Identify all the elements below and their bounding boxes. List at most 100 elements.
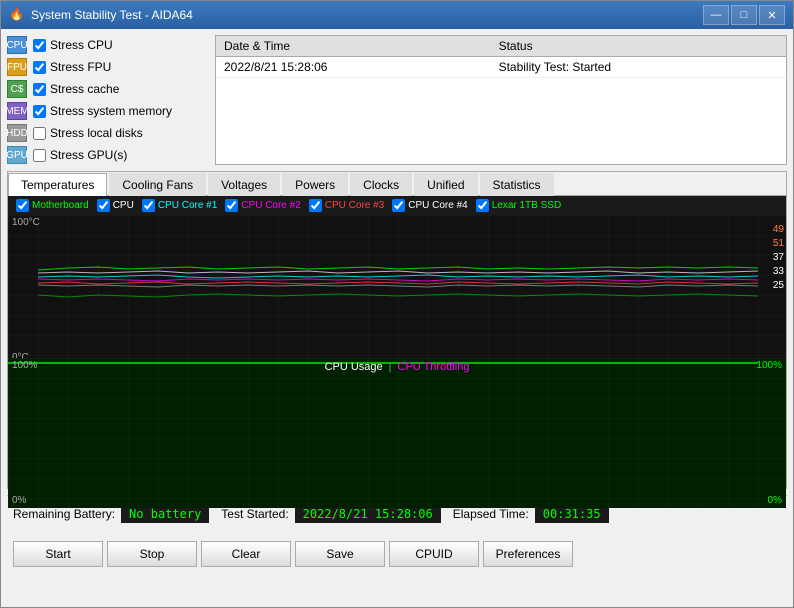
legend-checkbox-cpu-core-3[interactable] [309, 199, 322, 212]
legend-label-cpu: CPU [113, 200, 134, 211]
stress-checkbox-label-disk[interactable]: Stress local disks [33, 126, 143, 140]
stress-checkbox-cache[interactable] [33, 83, 46, 96]
legend-item-cpu-core-3: CPU Core #3 [309, 199, 384, 212]
window-title: System Stability Test - AIDA64 [31, 8, 193, 22]
preferences-button[interactable]: Preferences [483, 541, 573, 567]
log-cell-datetime: 2022/8/21 15:28:06 [216, 57, 491, 78]
legend-item-motherboard: Motherboard [16, 199, 89, 212]
legend-label-cpu-core-4: CPU Core #4 [408, 200, 467, 211]
temp-y-max: 100°C [12, 217, 40, 228]
cpu-throttling-label: CPU Throttling [398, 361, 470, 373]
legend-item-cpu-core-1: CPU Core #1 [142, 199, 217, 212]
stress-label-disk: Stress local disks [50, 126, 143, 140]
minimize-button[interactable]: — [703, 5, 729, 25]
stress-icon-fpu: FPU [7, 58, 27, 76]
legend-item-cpu-core-2: CPU Core #2 [225, 199, 300, 212]
stress-checkbox-label-cache[interactable]: Stress cache [33, 82, 119, 96]
stress-label-fpu: Stress FPU [50, 60, 111, 74]
col-status: Status [491, 36, 786, 57]
cpu-usage-label: CPU Usage [325, 361, 383, 373]
legend-checkbox-cpu[interactable] [97, 199, 110, 212]
close-button[interactable]: ✕ [759, 5, 785, 25]
title-bar-left: 🔥 System Stability Test - AIDA64 [9, 7, 193, 23]
tab-temperatures[interactable]: Temperatures [8, 173, 107, 196]
log-table: Date & Time Status 2022/8/21 15:28:06Sta… [215, 35, 787, 165]
stress-item-fpu: FPU Stress FPU [7, 57, 207, 77]
main-content: CPU Stress CPU FPU Stress FPU C$ Stress cache… [1, 29, 793, 607]
tab-cooling-fans[interactable]: Cooling Fans [109, 173, 206, 196]
cpuid-button[interactable]: CPUID [389, 541, 479, 567]
app-icon: 🔥 [9, 7, 25, 23]
stress-checkbox-gpu[interactable] [33, 149, 46, 162]
stress-checkbox-disk[interactable] [33, 127, 46, 140]
legend-checkbox-cpu-core-4[interactable] [392, 199, 405, 212]
legend-checkbox-cpu-core-2[interactable] [225, 199, 238, 212]
legend-item-lexar-1tb-ssd: Lexar 1TB SSD [476, 199, 561, 212]
temp-chart-svg [8, 215, 786, 365]
temp-chart-wrapper: Motherboard CPU CPU Core #1 CPU Core #2 CPU … [8, 196, 786, 356]
stress-label-mem: Stress system memory [50, 104, 172, 118]
temp-right-values: 49 51 37 33 25 [773, 223, 784, 293]
tab-bar: TemperaturesCooling FansVoltagesPowersCl… [8, 172, 786, 196]
top-section: CPU Stress CPU FPU Stress FPU C$ Stress cache… [7, 35, 787, 165]
cpu-chart-wrapper: CPU Usage | CPU Throttling 100% 0% 100% … [8, 358, 786, 488]
title-bar: 🔥 System Stability Test - AIDA64 — □ ✕ [1, 1, 793, 29]
cpu-y-min-right: 0% [768, 495, 782, 506]
stress-checkbox-label-fpu[interactable]: Stress FPU [33, 60, 111, 74]
legend-label-cpu-core-1: CPU Core #1 [158, 200, 217, 211]
legend-checkbox-motherboard[interactable] [16, 199, 29, 212]
stress-checkbox-label-mem[interactable]: Stress system memory [33, 104, 172, 118]
stress-icon-disk: HDD [7, 124, 27, 142]
stress-checkbox-cpu[interactable] [33, 39, 46, 52]
tab-voltages[interactable]: Voltages [208, 173, 280, 196]
title-buttons: — □ ✕ [703, 5, 785, 25]
log-cell-status: Stability Test: Started [491, 57, 786, 78]
maximize-button[interactable]: □ [731, 5, 757, 25]
main-window: 🔥 System Stability Test - AIDA64 — □ ✕ C… [0, 0, 794, 608]
tab-powers[interactable]: Powers [282, 173, 348, 196]
stress-icon-mem: MEM [7, 102, 27, 120]
tabs-section: TemperaturesCooling FansVoltagesPowersCl… [7, 171, 787, 489]
tab-statistics[interactable]: Statistics [480, 173, 554, 196]
cpu-chart-title: CPU Usage | CPU Throttling [325, 361, 470, 373]
legend-label-motherboard: Motherboard [32, 200, 89, 211]
tab-unified[interactable]: Unified [414, 173, 477, 196]
cpu-y-max-right: 100% [756, 360, 782, 371]
stress-checkbox-label-gpu[interactable]: Stress GPU(s) [33, 148, 127, 162]
cpu-chart-svg [8, 358, 786, 508]
clear-button[interactable]: Clear [201, 541, 291, 567]
legend-label-cpu-core-2: CPU Core #2 [241, 200, 300, 211]
stress-label-cpu: Stress CPU [50, 38, 113, 52]
stress-icon-cpu: CPU [7, 36, 27, 54]
stop-button[interactable]: Stop [107, 541, 197, 567]
col-datetime: Date & Time [216, 36, 491, 57]
stress-checkbox-mem[interactable] [33, 105, 46, 118]
tab-clocks[interactable]: Clocks [350, 173, 412, 196]
legend-item-cpu-core-4: CPU Core #4 [392, 199, 467, 212]
stress-item-cache: C$ Stress cache [7, 79, 207, 99]
stress-icon-cache: C$ [7, 80, 27, 98]
stress-checkbox-fpu[interactable] [33, 61, 46, 74]
charts-area: Motherboard CPU CPU Core #1 CPU Core #2 CPU … [8, 196, 786, 488]
stress-item-mem: MEM Stress system memory [7, 101, 207, 121]
stress-options-panel: CPU Stress CPU FPU Stress FPU C$ Stress cache… [7, 35, 207, 165]
legend-checkbox-cpu-core-1[interactable] [142, 199, 155, 212]
legend-checkbox-lexar-1tb-ssd[interactable] [476, 199, 489, 212]
stress-icon-gpu: GPU [7, 146, 27, 164]
cpu-y-max-left: 100% [12, 360, 38, 371]
stress-checkbox-label-cpu[interactable]: Stress CPU [33, 38, 113, 52]
stress-item-cpu: CPU Stress CPU [7, 35, 207, 55]
legend-label-cpu-core-3: CPU Core #3 [325, 200, 384, 211]
legend-label-lexar-1tb-ssd: Lexar 1TB SSD [492, 200, 561, 211]
stress-label-gpu: Stress GPU(s) [50, 148, 127, 162]
legend-item-cpu: CPU [97, 199, 134, 212]
stress-item-gpu: GPU Stress GPU(s) [7, 145, 207, 165]
battery-label: Remaining Battery: [13, 507, 115, 521]
start-button[interactable]: Start [13, 541, 103, 567]
temp-chart-legend: Motherboard CPU CPU Core #1 CPU Core #2 CPU … [8, 196, 786, 215]
log-row: 2022/8/21 15:28:06Stability Test: Starte… [216, 57, 786, 78]
test-started-label: Test Started: [221, 507, 288, 521]
stress-label-cache: Stress cache [50, 82, 119, 96]
stress-item-disk: HDD Stress local disks [7, 123, 207, 143]
save-button[interactable]: Save [295, 541, 385, 567]
